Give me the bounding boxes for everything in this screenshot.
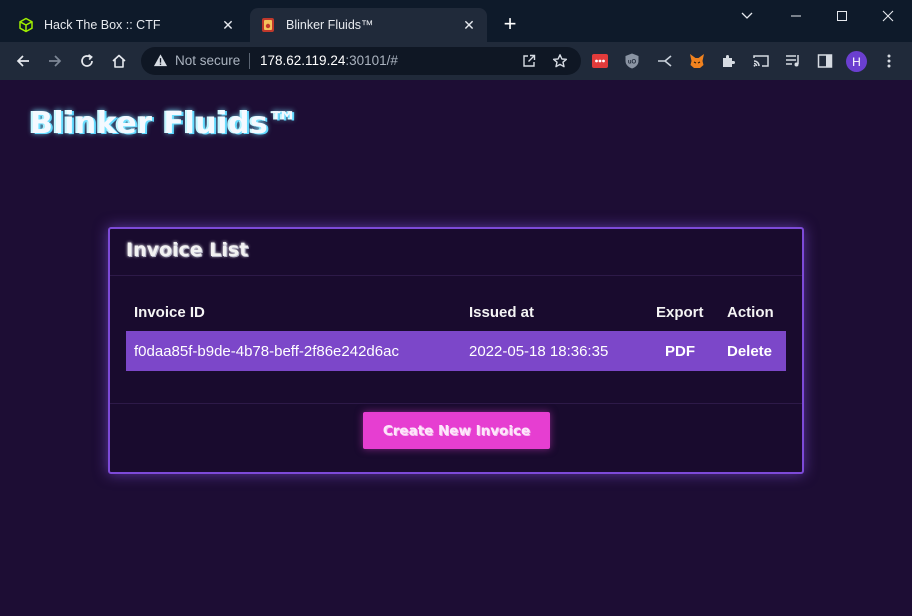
export-pdf-link[interactable]: PDF — [665, 343, 695, 360]
browser-toolbar: Not secure 178.62.119.24:30101/# uO H — [0, 42, 912, 80]
minimize-button[interactable] — [773, 0, 819, 32]
security-label[interactable]: Not secure — [175, 53, 240, 68]
site-icon — [260, 17, 276, 33]
tab-hack-the-box[interactable]: Hack The Box :: CTF ✕ — [8, 8, 246, 42]
svg-text:uO: uO — [628, 60, 637, 66]
card-title: Invoice List — [126, 239, 249, 261]
share-icon[interactable] — [519, 51, 539, 71]
tab-title: Hack The Box :: CTF — [44, 18, 161, 32]
tab-search-button[interactable] — [727, 0, 767, 32]
maximize-button[interactable] — [819, 0, 865, 32]
issued-at-cell: 2022-05-18 18:36:35 — [469, 343, 609, 360]
cube-icon — [18, 17, 34, 33]
puzzle-extensions-icon[interactable] — [719, 51, 739, 71]
tab-blinker-fluids[interactable]: Blinker Fluids™ ✕ — [250, 8, 487, 42]
tab-title: Blinker Fluids™ — [286, 18, 374, 32]
column-header-invoice-id: Invoice ID — [134, 304, 205, 321]
tab-strip: Hack The Box :: CTF ✕ Blinker Fluids™ ✕ … — [0, 0, 912, 42]
menu-dots-icon[interactable] — [879, 51, 899, 71]
invoice-id-cell: f0daa85f-b9de-4b78-beff-2f86e242d6ac — [134, 343, 399, 360]
warning-icon[interactable] — [153, 53, 168, 73]
cast-icon[interactable] — [751, 51, 771, 71]
address-separator — [249, 53, 250, 69]
extension-red-icon[interactable] — [590, 51, 610, 71]
invoice-list-card: Invoice List Invoice ID Issued at Export… — [108, 227, 804, 474]
side-panel-icon[interactable] — [815, 51, 835, 71]
divider — [110, 403, 802, 404]
metamask-fox-icon[interactable] — [687, 51, 707, 71]
fork-extension-icon[interactable] — [655, 51, 675, 71]
divider — [110, 275, 802, 276]
address-bar[interactable]: Not secure 178.62.119.24:30101/# — [141, 47, 581, 75]
create-new-invoice-button[interactable]: Create New Invoice — [363, 412, 550, 449]
bookmark-star-icon[interactable] — [550, 51, 570, 71]
browser-window: Hack The Box :: CTF ✕ Blinker Fluids™ ✕ … — [0, 0, 912, 616]
column-header-action: Action — [727, 304, 774, 321]
ublock-icon[interactable]: uO — [622, 51, 642, 71]
home-button[interactable] — [104, 46, 134, 76]
url-text[interactable]: 178.62.119.24:30101/# — [260, 53, 398, 68]
page-content: Blinker Fluids™ Invoice List Invoice ID … — [0, 80, 912, 616]
forward-button[interactable] — [40, 46, 70, 76]
column-header-issued-at: Issued at — [469, 304, 535, 321]
close-window-button[interactable] — [865, 0, 911, 32]
back-button[interactable] — [8, 46, 38, 76]
delete-invoice-link[interactable]: Delete — [727, 343, 772, 360]
profile-avatar[interactable]: H — [846, 51, 867, 72]
new-tab-button[interactable]: + — [500, 13, 520, 35]
close-icon[interactable]: ✕ — [461, 17, 477, 33]
column-header-export: Export — [656, 304, 704, 321]
site-logo-title[interactable]: Blinker Fluids™ — [30, 106, 299, 141]
media-queue-icon[interactable] — [783, 51, 803, 71]
table-row: f0daa85f-b9de-4b78-beff-2f86e242d6ac 202… — [126, 331, 786, 371]
reload-button[interactable] — [72, 46, 102, 76]
close-icon[interactable]: ✕ — [220, 17, 236, 33]
